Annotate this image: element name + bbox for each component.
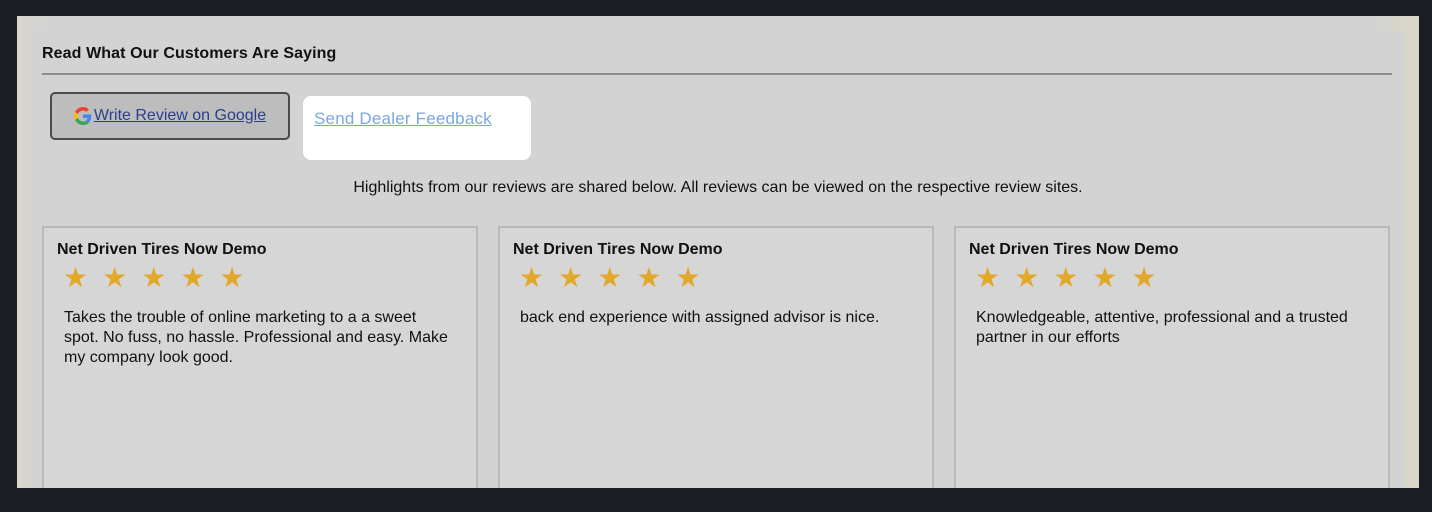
highlights-note: Highlights from our reviews are shared b… (353, 179, 1083, 196)
review-text: back end experience with assigned adviso… (520, 309, 880, 326)
star-icon: ★ (675, 262, 701, 293)
star-rating: ★ ★ ★ ★ ★ (975, 261, 1157, 295)
star-icon: ★ (1131, 262, 1157, 293)
review-list: Net Driven Tires Now Demo ★ ★ ★ ★ ★ Take… (42, 226, 1392, 488)
dealer-feedback-container: Send Dealer Feedback (303, 96, 531, 160)
star-icon: ★ (1053, 262, 1079, 293)
page-frame: Read What Our Customers Are Saying Write… (17, 16, 1419, 488)
review-author: Net Driven Tires Now Demo (969, 241, 1179, 258)
star-icon: ★ (180, 262, 206, 293)
star-icon: ★ (141, 262, 167, 293)
review-text: Takes the trouble of online marketing to… (64, 309, 448, 366)
review-text: Knowledgeable, attentive, professional a… (976, 309, 1348, 346)
title-divider (42, 73, 1392, 75)
star-icon: ★ (219, 262, 245, 293)
star-icon: ★ (102, 262, 128, 293)
star-icon: ★ (636, 262, 662, 293)
send-dealer-feedback-link[interactable]: Send Dealer Feedback (314, 109, 492, 129)
review-card: Net Driven Tires Now Demo ★ ★ ★ ★ ★ back… (498, 226, 934, 488)
review-card: Net Driven Tires Now Demo ★ ★ ★ ★ ★ Take… (42, 226, 478, 488)
write-google-review-label: Write Review on Google (93, 107, 267, 124)
star-rating: ★ ★ ★ ★ ★ (519, 261, 701, 295)
star-icon: ★ (519, 262, 545, 293)
google-icon (73, 107, 92, 125)
star-icon: ★ (597, 262, 623, 293)
star-icon: ★ (975, 262, 1001, 293)
review-author: Net Driven Tires Now Demo (57, 241, 267, 258)
star-icon: ★ (63, 262, 89, 293)
review-author: Net Driven Tires Now Demo (513, 241, 723, 258)
star-icon: ★ (1014, 262, 1040, 293)
reviews-section: Read What Our Customers Are Saying Write… (32, 31, 1404, 488)
write-google-review-button[interactable]: Write Review on Google (50, 92, 290, 140)
review-card: Net Driven Tires Now Demo ★ ★ ★ ★ ★ Know… (954, 226, 1390, 488)
star-rating: ★ ★ ★ ★ ★ (63, 261, 245, 295)
star-icon: ★ (558, 262, 584, 293)
star-icon: ★ (1092, 262, 1118, 293)
section-title: Read What Our Customers Are Saying (42, 45, 337, 62)
